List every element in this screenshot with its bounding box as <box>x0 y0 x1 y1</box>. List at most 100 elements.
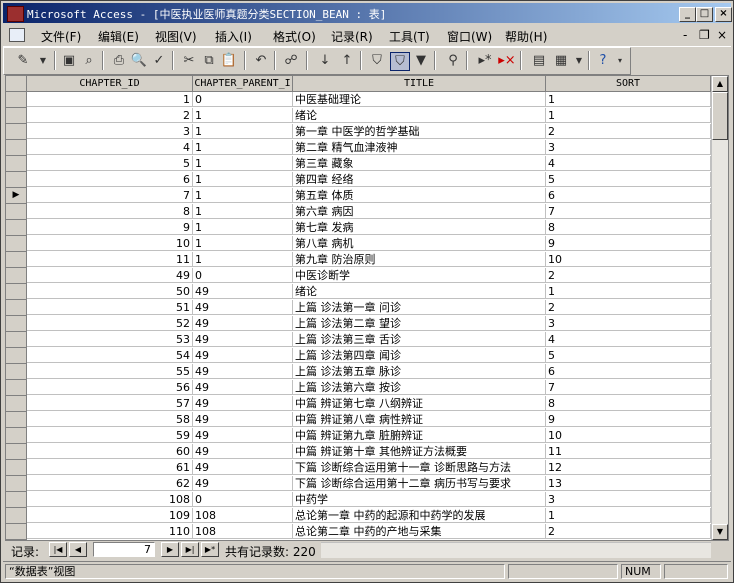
mdi-close-icon[interactable]: × <box>717 28 727 42</box>
cell-chapter-id[interactable]: 9 <box>27 220 193 235</box>
help-icon[interactable]: ? <box>594 52 612 69</box>
cell-sort[interactable]: 3 <box>546 492 711 507</box>
print-preview-icon[interactable]: 🔍 <box>130 52 148 69</box>
row-selector[interactable] <box>6 92 27 108</box>
cell-sort[interactable]: 9 <box>546 236 711 251</box>
cell-sort[interactable]: 6 <box>546 188 711 203</box>
menu-file[interactable]: 文件(F) <box>41 28 81 45</box>
hyperlink-icon[interactable]: ☍ <box>282 52 300 69</box>
mdi-restore-icon[interactable]: ❐ <box>699 28 710 42</box>
cell-title[interactable]: 第一章 中医学的哲学基础 <box>293 124 546 139</box>
cell-sort[interactable]: 7 <box>546 380 711 395</box>
row-selector[interactable] <box>6 172 27 188</box>
cell-title[interactable]: 上篇 诊法第二章 望诊 <box>293 316 546 331</box>
cell-title[interactable]: 第四章 经络 <box>293 172 546 187</box>
apply-filter-icon[interactable]: ▼ <box>412 52 430 69</box>
cell-sort[interactable]: 5 <box>546 348 711 363</box>
header-chapter-id[interactable]: CHAPTER_ID <box>27 76 193 91</box>
cell-chapter-id[interactable]: 109 <box>27 508 193 523</box>
cell-chapter-parent-id[interactable]: 49 <box>193 380 293 395</box>
cell-sort[interactable]: 9 <box>546 412 711 427</box>
sort-ascending-icon[interactable]: ↓ <box>316 52 334 69</box>
cell-title[interactable]: 第六章 病因 <box>293 204 546 219</box>
print-icon[interactable]: ⎙ <box>110 52 128 69</box>
find-icon[interactable]: ⚲ <box>444 52 462 69</box>
row-selector[interactable] <box>6 428 27 444</box>
new-record-icon[interactable]: ▸* <box>476 52 494 69</box>
cell-chapter-id[interactable]: 5 <box>27 156 193 171</box>
cell-title[interactable]: 总论第一章 中药的起源和中药学的发展 <box>293 508 546 523</box>
menu-insert[interactable]: 插入(I) <box>215 28 252 45</box>
cell-chapter-parent-id[interactable]: 1 <box>193 108 293 123</box>
row-selector[interactable] <box>6 524 27 540</box>
cell-chapter-id[interactable]: 52 <box>27 316 193 331</box>
toolbar-options-icon[interactable]: ▾ <box>614 52 626 69</box>
menu-help[interactable]: 帮助(H) <box>505 28 547 45</box>
cell-chapter-parent-id[interactable]: 49 <box>193 428 293 443</box>
cell-title[interactable]: 绪论 <box>293 108 546 123</box>
sort-descending-icon[interactable]: ↑ <box>338 52 356 69</box>
cell-sort[interactable]: 2 <box>546 268 711 283</box>
row-selector[interactable] <box>6 332 27 348</box>
cell-chapter-parent-id[interactable]: 1 <box>193 220 293 235</box>
cell-title[interactable]: 中医诊断学 <box>293 268 546 283</box>
menu-tools[interactable]: 工具(T) <box>389 28 430 45</box>
cell-sort[interactable]: 3 <box>546 140 711 155</box>
view-dropdown-icon[interactable]: ▼ <box>34 52 52 69</box>
cell-chapter-parent-id[interactable]: 108 <box>193 524 293 539</box>
cell-chapter-id[interactable]: 8 <box>27 204 193 219</box>
paste-icon[interactable]: 📋 <box>220 52 238 69</box>
mdi-minimize-icon[interactable]: - <box>683 28 687 42</box>
cell-chapter-id[interactable]: 61 <box>27 460 193 475</box>
scroll-thumb[interactable] <box>712 92 728 140</box>
cell-sort[interactable]: 8 <box>546 396 711 411</box>
delete-record-icon[interactable]: ▸× <box>498 52 516 69</box>
cell-sort[interactable]: 4 <box>546 332 711 347</box>
close-button[interactable]: × <box>715 7 732 22</box>
cell-chapter-parent-id[interactable]: 49 <box>193 396 293 411</box>
cell-chapter-parent-id[interactable]: 49 <box>193 476 293 491</box>
cell-sort[interactable]: 1 <box>546 508 711 523</box>
cell-chapter-id[interactable]: 2 <box>27 108 193 123</box>
new-object-icon[interactable]: ▦ <box>552 52 570 69</box>
scroll-up-icon[interactable]: ▲ <box>712 76 728 92</box>
cell-chapter-id[interactable]: 58 <box>27 412 193 427</box>
current-record-field[interactable]: 7 <box>93 542 155 557</box>
cell-sort[interactable]: 7 <box>546 204 711 219</box>
row-selector[interactable] <box>6 380 27 396</box>
scroll-down-icon[interactable]: ▼ <box>712 524 728 540</box>
cell-chapter-parent-id[interactable]: 1 <box>193 156 293 171</box>
cell-chapter-parent-id[interactable]: 1 <box>193 204 293 219</box>
row-selector[interactable] <box>6 444 27 460</box>
cell-chapter-parent-id[interactable]: 1 <box>193 252 293 267</box>
cell-chapter-id[interactable]: 49 <box>27 268 193 283</box>
cell-title[interactable]: 上篇 诊法第五章 脉诊 <box>293 364 546 379</box>
cell-chapter-id[interactable]: 110 <box>27 524 193 539</box>
previous-record-icon[interactable]: ◀ <box>69 542 87 557</box>
cell-chapter-id[interactable]: 53 <box>27 332 193 347</box>
row-selector[interactable] <box>6 268 27 284</box>
maximize-button[interactable]: □ <box>696 7 713 22</box>
cell-title[interactable]: 总论第二章 中药的产地与采集 <box>293 524 546 539</box>
cell-sort[interactable]: 2 <box>546 300 711 315</box>
row-selector[interactable] <box>6 492 27 508</box>
cell-chapter-parent-id[interactable]: 1 <box>193 124 293 139</box>
cell-chapter-parent-id[interactable]: 0 <box>193 492 293 507</box>
row-selector[interactable] <box>6 300 27 316</box>
row-selector[interactable]: ▶ <box>6 188 27 204</box>
cell-chapter-parent-id[interactable]: 1 <box>193 236 293 251</box>
cell-chapter-parent-id[interactable]: 49 <box>193 284 293 299</box>
cell-title[interactable]: 中篇 辨证第九章 脏腑辨证 <box>293 428 546 443</box>
row-selector[interactable] <box>6 124 27 140</box>
cell-sort[interactable]: 5 <box>546 172 711 187</box>
cut-icon[interactable]: ✂ <box>180 52 198 69</box>
cell-title[interactable]: 中药学 <box>293 492 546 507</box>
menu-view[interactable]: 视图(V) <box>155 28 197 45</box>
cell-chapter-id[interactable]: 6 <box>27 172 193 187</box>
cell-chapter-id[interactable]: 55 <box>27 364 193 379</box>
cell-chapter-id[interactable]: 59 <box>27 428 193 443</box>
cell-chapter-id[interactable]: 11 <box>27 252 193 267</box>
cell-chapter-parent-id[interactable]: 49 <box>193 316 293 331</box>
row-selector[interactable] <box>6 412 27 428</box>
row-selector[interactable] <box>6 140 27 156</box>
